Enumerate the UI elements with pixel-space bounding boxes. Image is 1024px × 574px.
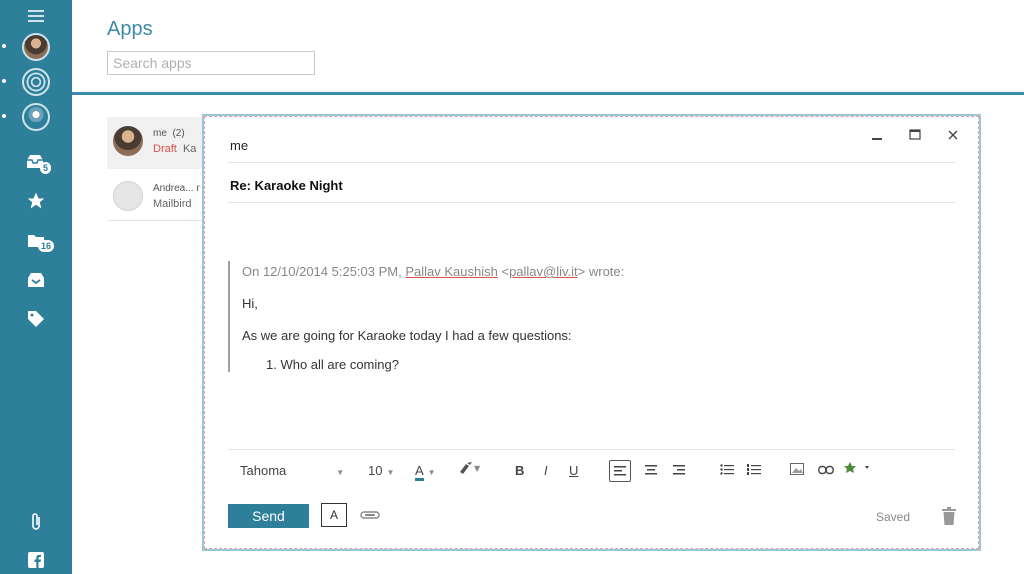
inbox-count-badge: 5 bbox=[40, 162, 52, 174]
message-preview: Mailbird bbox=[153, 198, 192, 210]
align-left-icon[interactable] bbox=[609, 460, 631, 482]
window-controls bbox=[871, 128, 959, 144]
star-icon[interactable] bbox=[0, 189, 72, 213]
italic-button[interactable]: I bbox=[544, 463, 548, 478]
divider bbox=[228, 162, 955, 163]
list-item: 1. Who all are coming? bbox=[266, 357, 399, 372]
maximize-button[interactable] bbox=[909, 128, 921, 144]
compose-window: me Re: Karaoke Night On 12/10/2014 5:25:… bbox=[202, 114, 981, 551]
quoted-message[interactable]: On 12/10/2014 5:25:03 PM, Pallav Kaushis… bbox=[228, 261, 762, 372]
account-avatar-2[interactable] bbox=[0, 67, 72, 97]
send-button[interactable]: Send bbox=[228, 504, 309, 528]
underline-button[interactable]: U bbox=[569, 463, 578, 478]
left-rail: 5 16 bbox=[0, 0, 72, 574]
recipient-field[interactable]: me bbox=[230, 138, 248, 153]
insert-link-icon[interactable] bbox=[818, 463, 834, 478]
archive-icon[interactable] bbox=[0, 268, 72, 292]
quote-header: On 12/10/2014 5:25:03 PM, Pallav Kaushis… bbox=[242, 264, 625, 279]
trash-icon[interactable] bbox=[941, 506, 957, 531]
svg-text:▼: ▼ bbox=[474, 464, 481, 473]
emoji-icon[interactable] bbox=[843, 461, 875, 478]
facebook-icon[interactable] bbox=[0, 549, 72, 571]
search-apps-input[interactable] bbox=[107, 51, 315, 75]
text-color-button[interactable]: A ▼ bbox=[415, 463, 436, 481]
inbox-icon[interactable]: 5 bbox=[0, 150, 72, 176]
formatting-toolbar: Tahoma ▼ 10 ▼ A ▼ ▼ B I U bbox=[228, 449, 955, 492]
message-list-item[interactable]: Andrea... r Mailbird bbox=[107, 172, 207, 221]
folders-count-badge: 16 bbox=[38, 240, 55, 252]
message-sender: me (2) bbox=[153, 128, 185, 139]
account-avatar-1[interactable] bbox=[0, 32, 72, 62]
menu-icon[interactable] bbox=[0, 6, 72, 26]
account-avatar-3[interactable] bbox=[0, 102, 72, 132]
insert-image-icon[interactable] bbox=[790, 463, 804, 478]
message-preview: Draft Ka bbox=[153, 143, 197, 155]
body-greeting: Hi, bbox=[242, 296, 258, 311]
minimize-button[interactable] bbox=[871, 128, 883, 144]
bullet-list-icon[interactable] bbox=[720, 463, 734, 478]
folders-icon[interactable]: 16 bbox=[0, 228, 72, 254]
bold-button[interactable]: B bbox=[515, 463, 524, 478]
draft-label: Draft bbox=[153, 143, 177, 155]
header-divider bbox=[72, 92, 1024, 95]
page-title: Apps bbox=[107, 18, 153, 40]
message-sender: Andrea... r bbox=[153, 183, 200, 194]
attachment-link-icon[interactable] bbox=[360, 508, 380, 523]
font-size-select[interactable]: 10 ▼ bbox=[368, 463, 394, 478]
message-list-item[interactable]: me (2) Draft Ka bbox=[107, 117, 207, 169]
attachment-icon[interactable] bbox=[0, 510, 72, 534]
align-center-icon[interactable] bbox=[645, 463, 657, 478]
sender-avatar bbox=[113, 126, 143, 156]
font-family-select[interactable]: Tahoma ▼ bbox=[240, 463, 344, 478]
sender-avatar bbox=[113, 181, 143, 211]
formatting-toggle-button[interactable]: A bbox=[321, 503, 347, 527]
subject-field[interactable]: Re: Karaoke Night bbox=[230, 178, 343, 193]
divider bbox=[228, 202, 955, 203]
tag-icon[interactable] bbox=[0, 307, 72, 331]
quote-sender: Pallav Kaushish bbox=[405, 264, 498, 279]
close-button[interactable] bbox=[947, 128, 959, 144]
numbered-list-icon[interactable] bbox=[747, 463, 761, 478]
highlight-icon[interactable]: ▼ bbox=[458, 461, 482, 478]
body-text: As we are going for Karaoke today I had … bbox=[242, 328, 572, 343]
quote-email: pallav@liv.it bbox=[509, 264, 578, 279]
align-right-icon[interactable] bbox=[673, 463, 685, 478]
save-status: Saved bbox=[876, 510, 911, 524]
